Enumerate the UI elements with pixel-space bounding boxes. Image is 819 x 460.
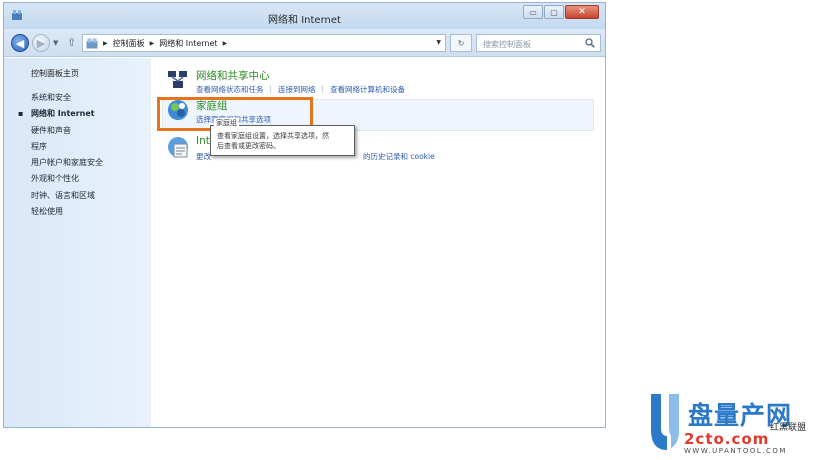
sidebar-item-ease-of-access[interactable]: 轻松使用: [31, 204, 103, 220]
forward-arrow-icon[interactable]: ▶: [32, 34, 50, 52]
breadcrumb-separator-icon[interactable]: ▶: [150, 40, 155, 47]
sidebar-item-system-security[interactable]: 系统和安全: [31, 90, 103, 106]
network-sharing-center-title[interactable]: 网络和共享中心: [196, 68, 270, 83]
maximize-button[interactable]: ▢: [544, 5, 564, 19]
homegroup-tooltip: 查看家庭组设置，选择共享选项，然 后查看或更改密码。: [210, 125, 355, 156]
view-network-status-link[interactable]: 查看网络状态和任务: [196, 84, 264, 95]
sidebar: 控制面板主页 系统和安全 网络和 Internet 硬件和声音 程序 用户帐户和…: [4, 58, 151, 427]
watermark-url-text: WWW.UPANTOOL.COM: [684, 447, 787, 455]
sidebar-item-hardware-sound[interactable]: 硬件和声音: [31, 123, 103, 139]
sidebar-item-clock-language[interactable]: 时钟、语言和区域: [31, 188, 103, 204]
address-field[interactable]: ▶ 控制面板 ▶ 网络和 Internet ▶ ▼: [82, 34, 446, 52]
refresh-icon: ↻: [457, 38, 465, 48]
change-homepage-link[interactable]: 更改: [196, 151, 211, 162]
breadcrumb-control-panel[interactable]: 控制面板: [113, 38, 145, 49]
connect-to-network-link[interactable]: 连接到网络: [278, 84, 316, 95]
sidebar-item-appearance[interactable]: 外观和个性化: [31, 171, 103, 187]
breadcrumb-separator-icon[interactable]: ▶: [223, 40, 228, 47]
title-bar[interactable]: 网络和 Internet ▭ ▢ ✕: [4, 3, 605, 29]
sidebar-item-user-accounts[interactable]: 用户帐户和家庭安全: [31, 155, 103, 171]
network-sharing-center-icon[interactable]: [166, 68, 190, 92]
network-sharing-center-category: 网络和共享中心 查看网络状态和任务 | 连接到网络 | 查看网络计算机和设备: [166, 68, 586, 98]
breadcrumb-network-internet[interactable]: 网络和 Internet: [159, 38, 217, 49]
sidebar-list: 系统和安全 网络和 Internet 硬件和声音 程序 用户帐户和家庭安全 外观…: [18, 90, 103, 220]
close-button[interactable]: ✕: [565, 5, 599, 19]
search-input[interactable]: 搜索控制面板: [476, 34, 601, 52]
sidebar-home-link[interactable]: 控制面板主页: [31, 68, 79, 79]
window-title: 网络和 Internet: [268, 15, 341, 26]
up-arrow-icon[interactable]: ⇧: [67, 37, 76, 48]
back-arrow-icon[interactable]: ◀: [11, 34, 29, 52]
window-controls: ▭ ▢ ✕: [523, 5, 599, 19]
refresh-button[interactable]: ↻: [450, 34, 472, 52]
minimize-button[interactable]: ▭: [523, 5, 543, 19]
watermark-side-text: 红黑联盟: [770, 423, 807, 433]
search-placeholder: 搜索控制面板: [483, 40, 531, 49]
delete-history-cookies-link[interactable]: 的历史记录和 cookie: [363, 151, 435, 162]
tooltip-header: 家庭组: [214, 118, 239, 128]
watermark-u-logo-icon: [651, 394, 679, 450]
breadcrumb: ▶ 控制面板 ▶ 网络和 Internet ▶: [103, 38, 227, 49]
site-watermark: 盘量产网 红黑联盟 2cto.com WWW.UPANTOOL.COM: [644, 392, 816, 458]
breadcrumb-separator-icon[interactable]: ▶: [103, 40, 108, 47]
control-panel-location-icon: [86, 38, 98, 49]
sidebar-item-programs[interactable]: 程序: [31, 139, 103, 155]
link-divider: |: [321, 84, 325, 93]
network-sharing-center-links: 查看网络状态和任务 | 连接到网络 | 查看网络计算机和设备: [196, 84, 405, 95]
link-divider: |: [269, 84, 273, 93]
watermark-sub-text: 2cto.com: [684, 430, 770, 448]
address-dropdown-chevron-icon[interactable]: ▼: [436, 39, 441, 46]
tooltip-line-2: 后查看或更改密码。: [217, 142, 280, 150]
address-bar-row: ◀ ▶ ▼ ⇧ ▶ 控制面板 ▶ 网络和 Internet ▶ ▼ ↻ 搜索控制…: [4, 29, 605, 57]
internet-options-icon[interactable]: [166, 135, 190, 159]
search-icon[interactable]: [585, 38, 595, 48]
control-panel-window: 网络和 Internet ▭ ▢ ✕ ◀ ▶ ▼ ⇧ ▶ 控制面板 ▶ 网络和 …: [3, 2, 606, 428]
tooltip-line-1: 查看家庭组设置，选择共享选项，然: [217, 132, 329, 140]
recent-pages-chevron-icon[interactable]: ▼: [53, 39, 58, 47]
sidebar-item-network-internet[interactable]: 网络和 Internet: [18, 106, 103, 122]
view-network-computers-link[interactable]: 查看网络计算机和设备: [330, 84, 405, 95]
